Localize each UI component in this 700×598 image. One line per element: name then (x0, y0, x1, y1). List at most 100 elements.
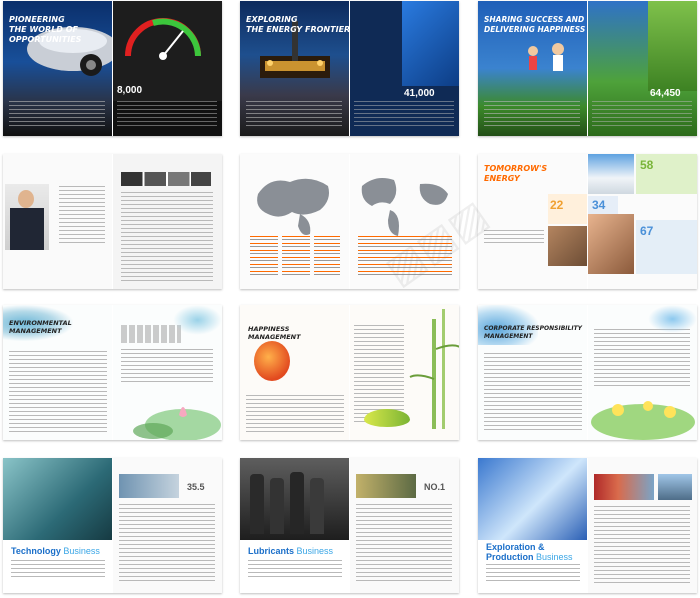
spread-right-page: 58 34 67 (588, 154, 697, 289)
spread-right-page (588, 305, 697, 440)
body-text-lines (9, 351, 107, 433)
meeting-photo (548, 226, 587, 266)
spread-title: Lubricants Business (248, 546, 334, 556)
spread-title: EXPLORING THE ENERGY FRONTIERS (246, 15, 349, 34)
spread-title: Technology Business (11, 546, 100, 556)
persimmon-illustration (254, 341, 290, 381)
spread-happiness-management[interactable]: HAPPINESS MANAGEMENT (240, 305, 459, 440)
body-text-lines (11, 560, 105, 580)
control-room-photo (3, 458, 112, 540)
spread-right-page: NO.1 (350, 458, 459, 593)
spread-left-page: EXPLORING THE ENERGY FRONTIERS (240, 1, 349, 136)
body-text-lines (246, 101, 342, 129)
spread-stat: NO.1 (424, 482, 446, 492)
body-text-lines (486, 564, 580, 584)
spread-title: HAPPINESS MANAGEMENT (248, 325, 301, 341)
body-text-lines (246, 395, 344, 433)
spread-left-page: TOMORROW'S ENERGY 22 (478, 154, 587, 289)
spread-right-page (113, 154, 222, 289)
spread-right-page (113, 305, 222, 440)
spread-global-network[interactable] (240, 154, 459, 289)
spread-stat: 41,000 (404, 88, 435, 99)
body-text-lines (592, 101, 692, 129)
plant-photo (119, 474, 179, 498)
family-photo (588, 214, 634, 274)
spread-sharing-success[interactable]: SHARING SUCCESS AND DELIVERING HAPPINESS… (478, 1, 697, 136)
spread-right-page (350, 305, 459, 440)
portrait-photo (5, 184, 49, 250)
spread-exploration-production[interactable]: Exploration & Production Business (478, 458, 697, 593)
watercolor-splash (173, 305, 222, 335)
spread-right-page: 41,000 (350, 1, 459, 136)
spread-title: ENVIRONMENTAL MANAGEMENT (9, 319, 72, 335)
spread-right-page (588, 458, 697, 593)
spread-title: Exploration & Production Business (486, 542, 573, 562)
pipeline-photo (594, 474, 654, 500)
spread-right-page: 8,000 (113, 1, 222, 136)
stat-number: 67 (640, 224, 654, 238)
body-text-lines (354, 101, 454, 129)
body-text-lines (484, 230, 544, 246)
spread-left-page: PIONEERING THE WORLD OF OPPORTUNITIES (3, 1, 112, 136)
spread-left-page (3, 154, 112, 289)
spread-left-page: CORPORATE RESPONSIBILITY MANAGEMENT (478, 305, 587, 440)
world-map-left (257, 178, 329, 235)
stat-number: 22 (550, 198, 564, 212)
body-text-lines (121, 349, 213, 385)
stat-number: 34 (592, 198, 606, 212)
body-text-lines (248, 560, 342, 580)
stat-number: 58 (640, 158, 654, 172)
spread-title: CORPORATE RESPONSIBILITY MANAGEMENT (484, 325, 583, 340)
spread-tomorrows-energy[interactable]: TOMORROW'S ENERGY 22 58 34 67 (478, 154, 697, 289)
children-running-illustration (528, 43, 564, 71)
photo-strip (121, 172, 211, 186)
spread-pioneering[interactable]: PIONEERING THE WORLD OF OPPORTUNITIES 8,… (3, 1, 222, 136)
spread-exploring[interactable]: EXPLORING THE ENERGY FRONTIERS 41,000 (240, 1, 459, 136)
spread-title: TOMORROW'S ENERGY (484, 164, 548, 183)
body-text-lines (59, 186, 105, 246)
laptop-photo (402, 1, 459, 86)
site-photo (658, 474, 692, 500)
leaf-illustration (364, 409, 410, 427)
legend-lines (358, 236, 452, 276)
spread-right-page (350, 154, 459, 289)
spread-right-page: 64,450 (588, 1, 697, 136)
spread-left-page: HAPPINESS MANAGEMENT (240, 305, 349, 440)
body-text-lines (121, 192, 213, 282)
robotic-arm-photo (478, 458, 587, 540)
spread-left-page: Exploration & Production Business (478, 458, 587, 593)
legend-lines (250, 236, 340, 276)
spread-left-page: Technology Business (3, 458, 112, 593)
spread-left-page: Lubricants Business (240, 458, 349, 593)
spread-stat: 35.5 (187, 482, 205, 492)
spread-environmental-management[interactable]: ENVIRONMENTAL MANAGEMENT (3, 305, 222, 440)
body-text-lines (356, 504, 452, 584)
spread-ceo-message[interactable] (3, 154, 222, 289)
spread-left-page: ENVIRONMENTAL MANAGEMENT (3, 305, 112, 440)
data-table (121, 325, 181, 343)
warehouse-photo (356, 474, 416, 498)
spread-stat: 8,000 (117, 85, 143, 96)
body-text-lines (484, 353, 582, 433)
bamboo-illustration (409, 309, 459, 429)
spread-lubricants-business[interactable]: Lubricants Business NO.1 (240, 458, 459, 593)
spread-left-page: SHARING SUCCESS AND DELIVERING HAPPINESS (478, 1, 587, 136)
rig-photo (588, 154, 634, 194)
world-map-right (361, 178, 448, 236)
spread-technology-business[interactable]: Technology Business 35.5 (3, 458, 222, 593)
flower-field-illustration (591, 401, 695, 440)
watercolor-splash (648, 305, 697, 333)
spread-corporate-responsibility[interactable]: CORPORATE RESPONSIBILITY MANAGEMENT (478, 305, 697, 440)
body-text-lines (594, 506, 690, 586)
spread-title: PIONEERING THE WORLD OF OPPORTUNITIES (9, 15, 82, 44)
spread-left-page (240, 154, 349, 289)
lotus-illustration (133, 407, 221, 440)
grass-photo (648, 1, 697, 91)
body-text-lines (117, 101, 217, 129)
spread-right-page: 35.5 (113, 458, 222, 593)
spread-stat: 64,450 (650, 88, 681, 99)
body-text-lines (484, 101, 580, 129)
bottles-photo (240, 458, 349, 540)
body-text-lines (594, 329, 690, 389)
body-text-lines (9, 101, 105, 129)
